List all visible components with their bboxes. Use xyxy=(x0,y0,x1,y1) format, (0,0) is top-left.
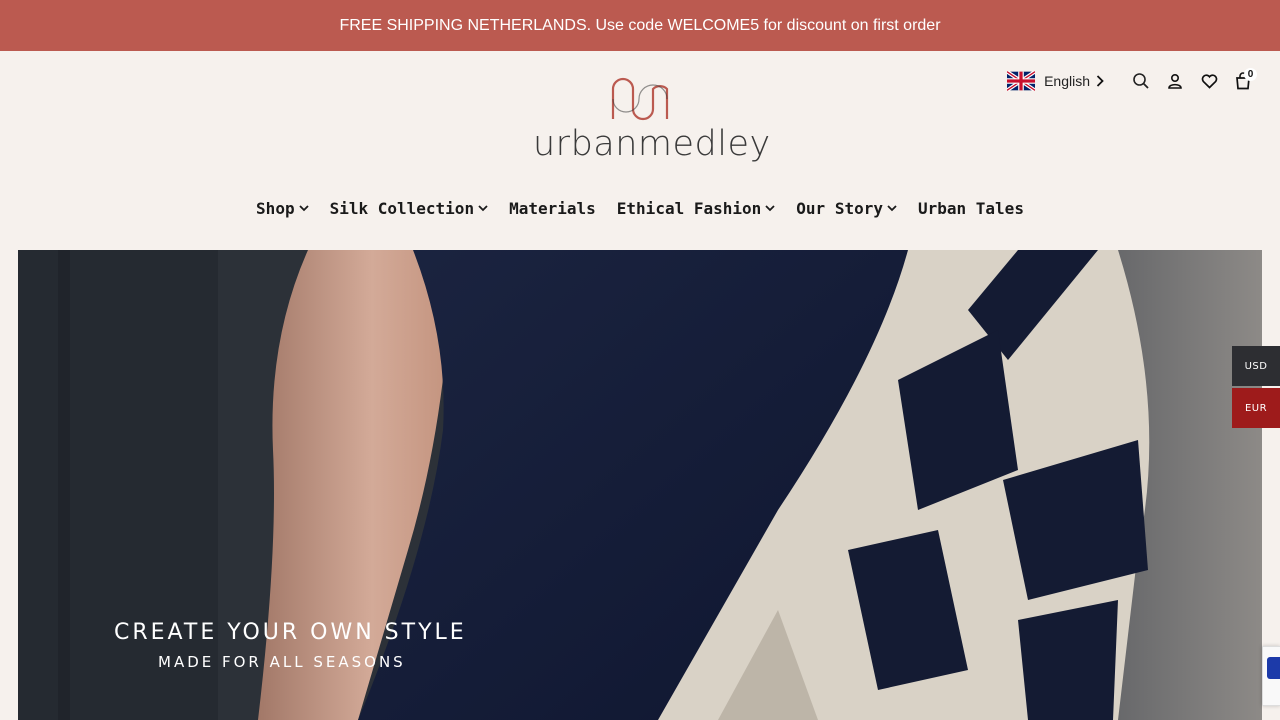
cart-count-badge: 0 xyxy=(1244,68,1257,81)
chevron-down-icon xyxy=(765,205,775,212)
nav-item-label: Urban Tales xyxy=(917,199,1024,218)
nav-item-label: Silk Collection xyxy=(329,199,475,218)
announcement-bar: FREE SHIPPING NETHERLANDS. Use code WELC… xyxy=(0,0,1280,51)
nav-item-materials[interactable]: Materials xyxy=(509,199,596,218)
brand-name: urbanmedley xyxy=(533,124,771,164)
nav-item-label: Materials xyxy=(509,199,596,218)
hero-banner[interactable]: CREATE YOUR OWN STYLE MADE FOR ALL SEASO… xyxy=(18,250,1262,720)
chevron-right-icon xyxy=(1096,75,1104,87)
hero-title: CREATE YOUR OWN STYLE xyxy=(114,620,467,645)
brand-logo[interactable]: urbanmedley xyxy=(533,75,771,167)
currency-usd-button[interactable]: USD xyxy=(1232,346,1280,386)
wishlist-button[interactable] xyxy=(1198,70,1220,92)
nav-item-our-story[interactable]: Our Story xyxy=(796,199,897,218)
account-button[interactable] xyxy=(1164,70,1186,92)
cart-button[interactable]: 0 xyxy=(1232,68,1257,92)
nav-item-ethical-fashion[interactable]: Ethical Fashion xyxy=(617,199,776,218)
hero-image xyxy=(18,250,1262,720)
recaptcha-icon xyxy=(1267,657,1280,679)
hero-subtitle: MADE FOR ALL SEASONS xyxy=(158,653,406,671)
chevron-down-icon xyxy=(887,205,897,212)
search-icon xyxy=(1133,73,1149,89)
user-icon xyxy=(1168,73,1182,89)
language-switcher[interactable]: English xyxy=(1007,71,1104,91)
language-label: English xyxy=(1044,73,1090,89)
nav-item-label: Our Story xyxy=(796,199,883,218)
heart-icon xyxy=(1201,73,1217,89)
nav-item-label: Ethical Fashion xyxy=(616,199,762,218)
main-nav: Shop Silk Collection Materials Ethical F… xyxy=(0,199,1280,218)
nav-item-urban-tales[interactable]: Urban Tales xyxy=(918,199,1024,218)
currency-eur-button[interactable]: EUR xyxy=(1232,388,1280,428)
nav-item-shop[interactable]: Shop xyxy=(256,199,309,218)
site-header: urbanmedley English 0 Shop Silk Collecti… xyxy=(0,51,1280,250)
search-button[interactable] xyxy=(1130,70,1152,92)
chevron-down-icon xyxy=(478,205,488,212)
nav-item-silk-collection[interactable]: Silk Collection xyxy=(330,199,489,218)
chevron-down-icon xyxy=(298,205,309,212)
announcement-text: FREE SHIPPING NETHERLANDS. Use code WELC… xyxy=(339,16,941,34)
recaptcha-badge[interactable] xyxy=(1262,646,1280,706)
nav-item-label: Shop xyxy=(256,199,295,218)
header-tools: English 0 xyxy=(1007,68,1257,93)
uk-flag-icon xyxy=(1007,71,1036,91)
logo-mark-icon xyxy=(611,77,669,121)
